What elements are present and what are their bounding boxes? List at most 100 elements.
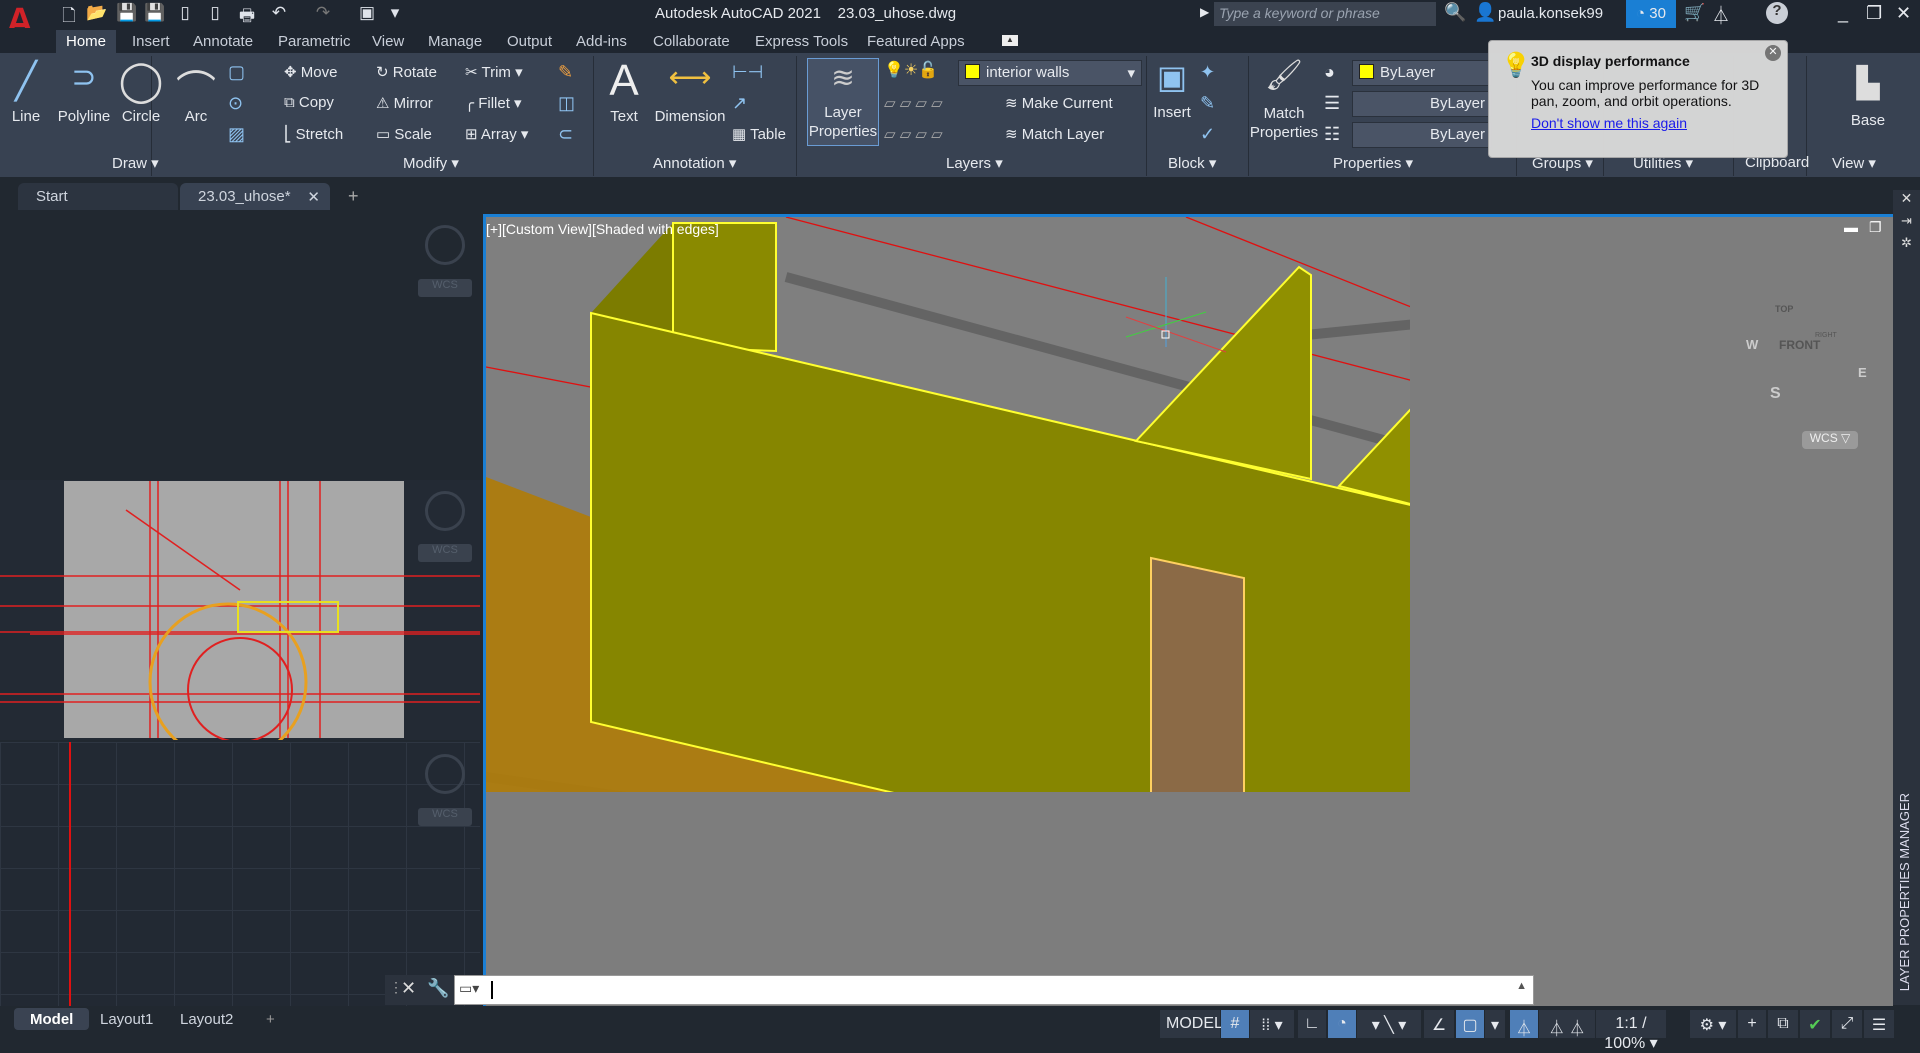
command-expand-icon[interactable]: ▲	[1516, 980, 1527, 992]
move-button[interactable]: ✥ Move	[284, 63, 337, 81]
tab-view[interactable]: View	[362, 30, 414, 53]
annotation-monitor-icon[interactable]: +	[1738, 1010, 1766, 1038]
tab-model[interactable]: Model	[14, 1008, 90, 1030]
stretch-button[interactable]: ⎣ Stretch	[284, 125, 343, 143]
layer-properties-button[interactable]: ≋ Layer Properties	[807, 58, 879, 146]
customize-toolbar-icon[interactable]: ▾	[384, 3, 406, 23]
match-properties-button[interactable]: 🖌 Match Properties	[1248, 58, 1320, 142]
create-block-icon[interactable]: ✦	[1200, 62, 1215, 83]
customization-menu-icon[interactable]: ☰	[1864, 1010, 1894, 1038]
offset-icon[interactable]: ⊂	[558, 124, 573, 145]
close-tab-icon[interactable]: ✕	[307, 188, 320, 206]
new-layout-icon[interactable]: +	[250, 1008, 291, 1030]
viewcube-mini-icon[interactable]	[425, 491, 465, 531]
wcs-mini[interactable]: WCS	[418, 808, 472, 826]
isometric-icon[interactable]: ▾ ╲ ▾	[1357, 1010, 1421, 1038]
object-snap-icon[interactable]: ▢	[1456, 1010, 1484, 1038]
copy-button[interactable]: ⧉ Copy	[284, 94, 334, 111]
text-button[interactable]: A Text	[604, 56, 644, 125]
grid-icon[interactable]: #	[1221, 1010, 1249, 1038]
close-command-icon[interactable]: ✕	[401, 978, 416, 999]
layers-panel-title[interactable]: Layers ▾	[946, 154, 1003, 172]
linetype-dropdown[interactable]: ByLayer	[1352, 91, 1492, 117]
new-tab-icon[interactable]: +	[348, 186, 359, 207]
close-button[interactable]: ✕	[1896, 3, 1911, 24]
viewport-restore-icon[interactable]: ❐	[1869, 219, 1882, 236]
annotation-visibility-icon[interactable]: ⏃	[1510, 1010, 1538, 1038]
leader-icon[interactable]: ↗	[732, 93, 747, 114]
annotation-scale-icons[interactable]: ⏃ ⏃	[1539, 1010, 1595, 1038]
undo-icon[interactable]: ↶	[268, 3, 290, 23]
make-current-button[interactable]: ≋ Make Current	[1005, 94, 1113, 112]
tab-insert[interactable]: Insert	[122, 30, 180, 53]
save-as-icon[interactable]: 💾	[144, 3, 166, 23]
compass-e[interactable]: E	[1858, 365, 1867, 380]
hatch-icon[interactable]: ▨	[228, 124, 245, 145]
tab-collaborate[interactable]: Collaborate	[643, 30, 740, 53]
annotation-scale-dropdown[interactable]: 1:1 / 100% ▾	[1596, 1010, 1666, 1052]
palette-autohide-icon[interactable]: ⇥	[1893, 213, 1920, 229]
dont-show-again-link[interactable]: Don't show me this again	[1531, 115, 1777, 131]
object-snap-tracking-icon[interactable]: ∠	[1424, 1010, 1454, 1038]
cart-icon[interactable]: 🛒	[1684, 3, 1705, 23]
erase-icon[interactable]: ✎	[558, 62, 573, 83]
hardware-acceleration-icon[interactable]: ✔	[1800, 1010, 1830, 1038]
redo-icon[interactable]: ↷	[312, 3, 334, 23]
restore-button[interactable]: ❐	[1866, 3, 1882, 24]
snap-icon[interactable]: ⁞⁞ ▾	[1250, 1010, 1294, 1038]
trim-button[interactable]: ✂ Trim ▾	[465, 63, 523, 81]
viewport-middle-left[interactable]: WCS	[0, 480, 480, 740]
fillet-button[interactable]: ╭ Fillet ▾	[465, 94, 522, 112]
tab-layout2[interactable]: Layout2	[164, 1008, 249, 1030]
line-button[interactable]: ╱ Line	[6, 60, 46, 125]
layer-dropdown[interactable]: interior walls ▾	[958, 60, 1142, 86]
tab-express-tools[interactable]: Express Tools	[745, 30, 858, 53]
save-icon[interactable]: 💾	[116, 3, 138, 23]
circle-button[interactable]: ◯ Circle	[118, 58, 164, 125]
customize-wrench-icon[interactable]: 🔧	[427, 978, 449, 999]
isolate-objects-icon[interactable]: ⧉	[1768, 1010, 1798, 1038]
tab-annotate[interactable]: Annotate	[183, 30, 263, 53]
main-viewport[interactable]: TOP FRONT RIGHT W S E WCS ▽ ▬ ❐	[483, 214, 1893, 1006]
block-panel-title[interactable]: Block ▾	[1168, 154, 1216, 172]
viewcube-mini-icon[interactable]	[425, 225, 465, 265]
edit-block-icon[interactable]: ✎	[1200, 93, 1215, 114]
layer-properties-palette-strip[interactable]: ✕ ⇥ ✲ LAYER PROPERTIES MANAGER	[1893, 190, 1920, 1005]
ellipse-icon[interactable]: ⊙	[228, 93, 243, 114]
modify-panel-title[interactable]: Modify ▾	[403, 154, 459, 172]
color-dropdown[interactable]: ByLayer	[1352, 60, 1492, 86]
viewport-bottom-left[interactable]: WCS	[0, 742, 480, 1007]
tab-parametric[interactable]: Parametric	[268, 30, 361, 53]
open-icon[interactable]: 📂	[86, 3, 108, 23]
workspace-gear-icon[interactable]: ⚙ ▾	[1690, 1010, 1736, 1038]
tab-layout1[interactable]: Layout1	[84, 1008, 169, 1030]
array-button[interactable]: ⊞ Array ▾	[465, 125, 528, 143]
new-file-icon[interactable]: 🗋	[58, 3, 80, 25]
clean-screen-icon[interactable]: ⤢	[1832, 1010, 1862, 1038]
dimension-button[interactable]: ⟷ Dimension	[652, 60, 728, 125]
explode-icon[interactable]: ◫	[558, 93, 575, 114]
search-input[interactable]: Type a keyword or phrase	[1214, 2, 1436, 26]
ortho-icon[interactable]: ∟	[1298, 1010, 1326, 1038]
linear-dimension-icon[interactable]: ⊢⊣	[732, 62, 763, 83]
tooltip-close-icon[interactable]: ✕	[1765, 45, 1781, 61]
command-history-icon[interactable]: ▭▾	[459, 980, 479, 997]
viewport-top-left[interactable]: WCS	[0, 213, 480, 478]
minimize-button[interactable]: _	[1838, 3, 1848, 24]
arc-button[interactable]: ⌒ Arc	[176, 58, 216, 125]
block-attribute-icon[interactable]: ✓	[1200, 124, 1215, 145]
scale-button[interactable]: ▭ Scale	[376, 125, 432, 143]
command-input[interactable]: ▭▾ ▲	[454, 975, 1534, 1005]
view-panel-title[interactable]: View ▾	[1832, 154, 1876, 172]
share-icon[interactable]: ▣	[356, 3, 378, 23]
lineweight-dropdown[interactable]: ByLayer	[1352, 122, 1492, 148]
table-button[interactable]: ▦ Table	[732, 125, 786, 143]
properties-panel-title[interactable]: Properties ▾	[1333, 154, 1413, 172]
tab-drawing[interactable]: 23.03_uhose* ✕	[180, 183, 330, 210]
tab-home[interactable]: Home	[56, 30, 117, 53]
viewcube-front-label[interactable]: FRONT	[1779, 338, 1820, 352]
viewcube-right-label[interactable]: RIGHT	[1815, 332, 1837, 339]
viewcube-mini-icon[interactable]	[425, 754, 465, 794]
wcs-dropdown[interactable]: WCS ▽	[1802, 431, 1858, 449]
annotation-panel-title[interactable]: Annotation ▾	[653, 154, 736, 172]
